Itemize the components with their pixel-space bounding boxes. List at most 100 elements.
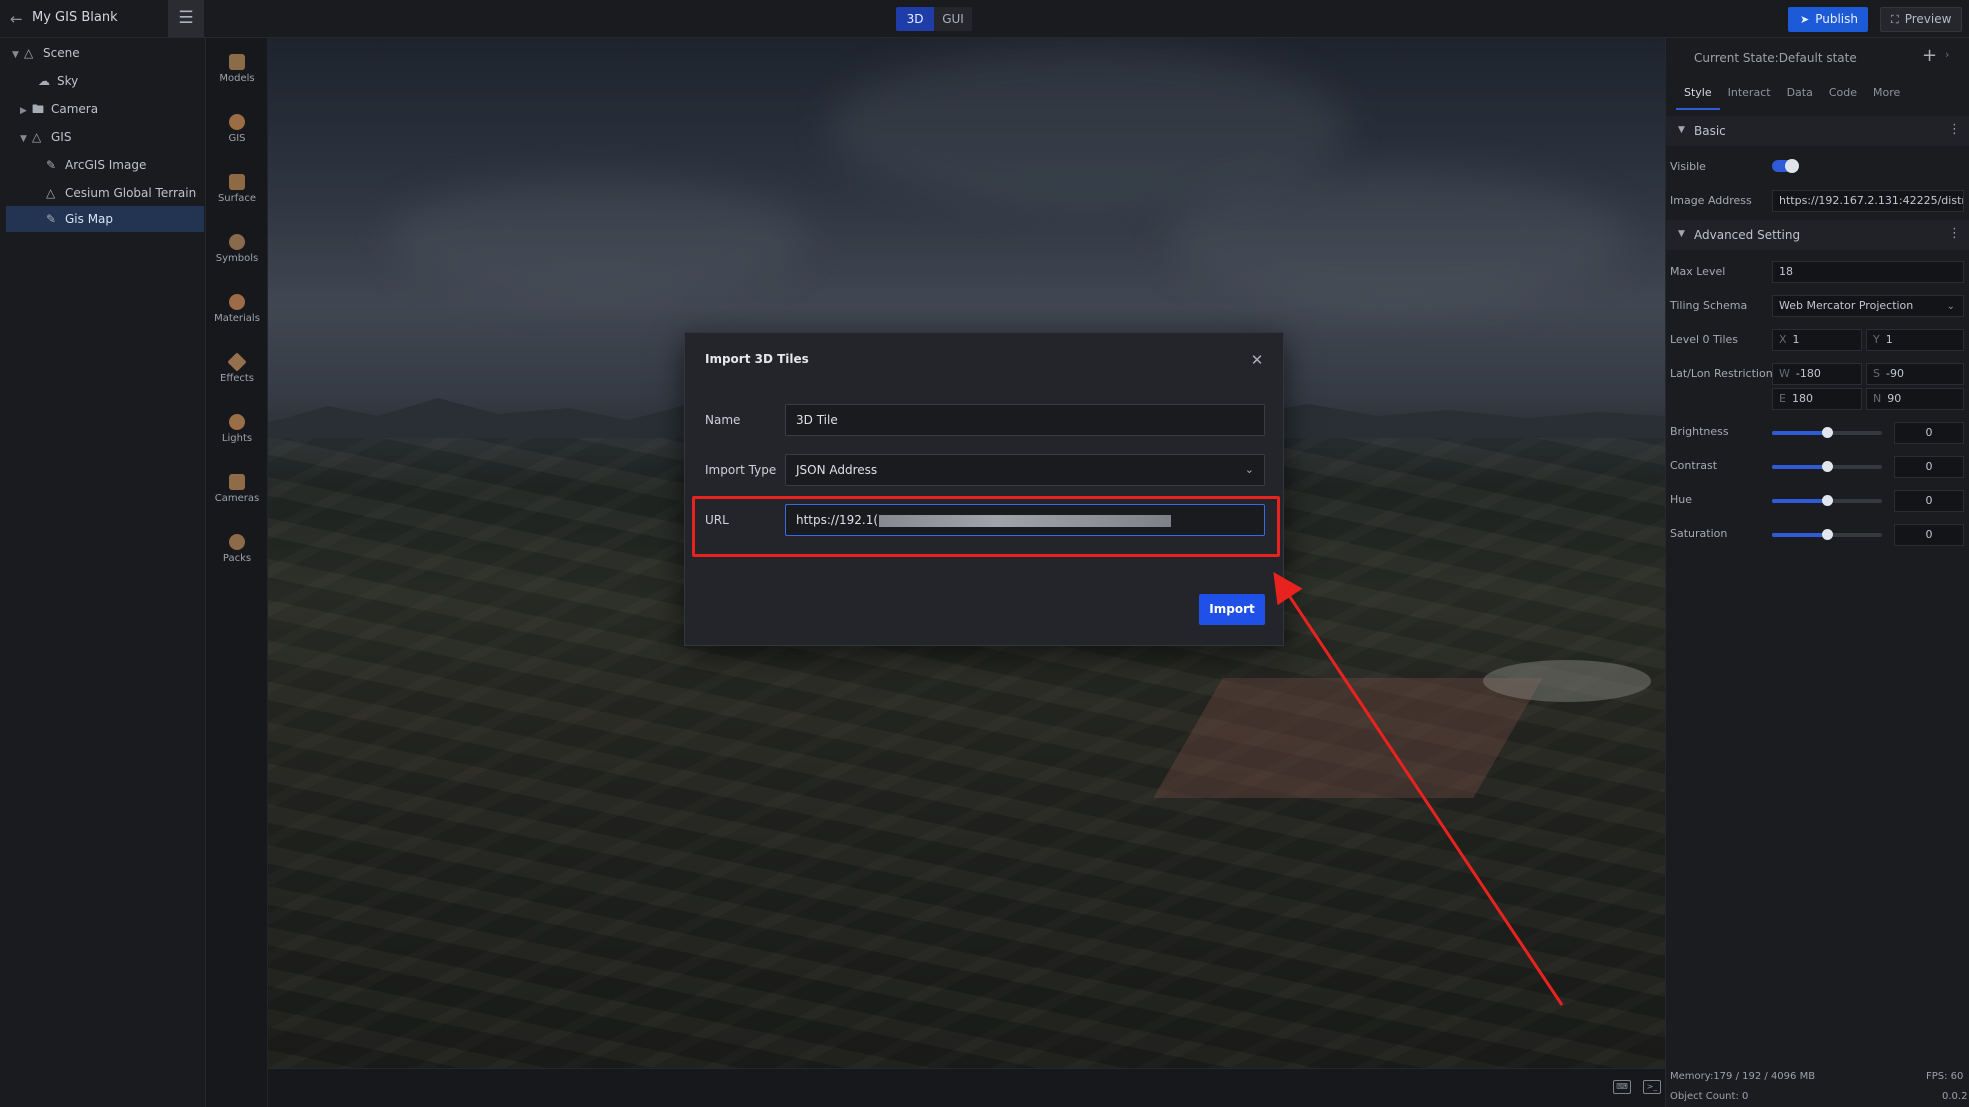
chevron-down-icon: ▼ [1678, 125, 1685, 135]
caret-down-icon[interactable]: ▼ [20, 127, 32, 151]
object-count-stat: Object Count: 0 [1670, 1091, 1749, 1102]
materials-icon [229, 294, 245, 310]
import-button[interactable]: Import [1199, 594, 1265, 625]
asset-gis[interactable]: GIS [206, 108, 268, 158]
slider-thumb[interactable] [1822, 529, 1833, 540]
close-icon[interactable]: ✕ [1250, 353, 1264, 368]
level0-y-input[interactable]: Y1 [1866, 329, 1964, 351]
max-level-input[interactable]: 18 [1772, 261, 1964, 283]
name-input[interactable]: 3D Tile [785, 404, 1265, 436]
tree-item-cesium-terrain[interactable]: △ Cesium Global Terrain [46, 181, 202, 205]
tree-item-camera[interactable]: ▶ 🖿 Camera [20, 97, 202, 121]
asset-materials[interactable]: Materials [206, 288, 268, 338]
tree-item-sky[interactable]: ☁ Sky [26, 69, 202, 93]
latlon-restriction-label: Lat/Lon Restriction [1670, 367, 1773, 380]
asset-label: Packs [222, 553, 252, 564]
tree-item-scene[interactable]: ▼ △ Scene [12, 41, 202, 65]
asset-cameras[interactable]: Cameras [206, 468, 268, 518]
tree-item-gis-map[interactable]: ✎ Gis Map [6, 206, 204, 232]
e-prefix: E [1779, 392, 1786, 405]
asset-symbols[interactable]: Symbols [206, 228, 268, 278]
more-vertical-icon[interactable]: ⋮ [1948, 226, 1961, 241]
saturation-value[interactable]: 0 [1894, 524, 1964, 546]
add-state-icon[interactable]: + [1922, 45, 1937, 66]
asset-label: Materials [214, 313, 260, 324]
tab-interact[interactable]: Interact [1720, 80, 1779, 110]
visible-toggle[interactable] [1772, 159, 1799, 173]
current-state-title: Current State:Default state [1694, 51, 1857, 65]
mode-3d-button[interactable]: 3D [896, 7, 934, 31]
models-icon [229, 54, 245, 70]
brightness-slider[interactable] [1772, 427, 1882, 438]
gis-icon: △ [32, 130, 42, 144]
sky-icon: ☁ [38, 74, 50, 88]
level0-x-input[interactable]: X1 [1772, 329, 1862, 351]
slider-thumb[interactable] [1822, 461, 1833, 472]
asset-label: Cameras [214, 493, 260, 504]
mode-gui-button[interactable]: GUI [934, 7, 972, 31]
hue-slider[interactable] [1772, 495, 1882, 506]
asset-models[interactable]: Models [206, 48, 268, 98]
chevron-right-icon[interactable]: › [1945, 48, 1949, 61]
image-address-input[interactable]: https://192.167.2.131:42225/distribu [1772, 190, 1964, 212]
asset-sidebar: Models GIS Surface Symbols Materials Eff… [206, 38, 268, 1107]
version-label: 0.0.2 [1942, 1091, 1968, 1102]
brightness-value[interactable]: 0 [1894, 422, 1964, 444]
asset-surface[interactable]: Surface [206, 168, 268, 218]
more-vertical-icon[interactable]: ⋮ [1948, 122, 1961, 137]
restriction-e-input[interactable]: E 180 [1772, 388, 1862, 410]
saturation-slider[interactable] [1772, 529, 1882, 540]
hue-value[interactable]: 0 [1894, 490, 1964, 512]
asset-lights[interactable]: Lights [206, 408, 268, 458]
restriction-s-input[interactable]: S -90 [1866, 363, 1964, 385]
tiling-schema-label: Tiling Schema [1670, 299, 1748, 312]
asset-label: GIS [228, 133, 246, 144]
saturation-label: Saturation [1670, 527, 1728, 540]
slider-fill [1772, 499, 1827, 503]
publish-button[interactable]: ➤ Publish [1788, 7, 1868, 32]
w-value: -180 [1795, 367, 1821, 380]
tab-code[interactable]: Code [1821, 80, 1865, 110]
asset-effects[interactable]: Effects [206, 348, 268, 398]
tree-item-gis[interactable]: ▼ △ GIS [20, 125, 202, 149]
tree-item-label: Sky [57, 74, 79, 88]
asset-label: Lights [221, 433, 253, 444]
preview-button[interactable]: ⛶ Preview [1880, 7, 1962, 32]
preview-label: Preview [1904, 12, 1952, 26]
restriction-w-input[interactable]: W -180 [1772, 363, 1862, 385]
slider-fill [1772, 533, 1827, 537]
status-bar: ⌨ >_ [268, 1068, 1665, 1107]
image-address-label: Image Address [1670, 194, 1752, 207]
symbols-icon [229, 234, 245, 250]
section-advanced-setting[interactable]: ▼ Advanced Setting ⋮ [1666, 220, 1969, 250]
tab-more[interactable]: More [1865, 80, 1908, 110]
contrast-slider[interactable] [1772, 461, 1882, 472]
contrast-value[interactable]: 0 [1894, 456, 1964, 478]
asset-packs[interactable]: Packs [206, 528, 268, 578]
tab-data[interactable]: Data [1779, 80, 1821, 110]
tree-item-arcgis-image[interactable]: ✎ ArcGIS Image [46, 153, 202, 177]
e-value: 180 [1791, 392, 1813, 405]
import-type-label: Import Type [705, 463, 777, 477]
asset-label: Symbols [215, 253, 259, 264]
keyboard-icon[interactable]: ⌨ [1613, 1080, 1631, 1094]
caret-right-icon[interactable]: ▶ [20, 99, 32, 123]
section-basic[interactable]: ▼ Basic ⋮ [1666, 116, 1969, 146]
terminal-icon[interactable]: >_ [1643, 1080, 1661, 1094]
hamburger-icon: ☰ [178, 8, 194, 28]
fps-stat: FPS: 60 [1926, 1071, 1964, 1082]
slider-thumb[interactable] [1822, 427, 1833, 438]
slider-thumb[interactable] [1822, 495, 1833, 506]
scene-icon: △ [24, 46, 34, 60]
caret-down-icon[interactable]: ▼ [12, 43, 24, 67]
menu-toggle-button[interactable]: ☰ [168, 0, 204, 37]
n-prefix: N [1873, 392, 1882, 405]
tab-style[interactable]: Style [1676, 80, 1720, 110]
back-arrow-icon[interactable]: ← [10, 11, 26, 27]
map-layer-icon: ✎ [46, 212, 57, 226]
restriction-n-input[interactable]: N 90 [1866, 388, 1964, 410]
import-type-select[interactable]: JSON Address ⌄ [785, 454, 1265, 486]
property-tabs: Style Interact Data Code More [1676, 80, 1908, 110]
tiling-schema-select[interactable]: Web Mercator Projection ⌄ [1772, 295, 1964, 317]
map-layer-icon: ✎ [46, 158, 57, 172]
